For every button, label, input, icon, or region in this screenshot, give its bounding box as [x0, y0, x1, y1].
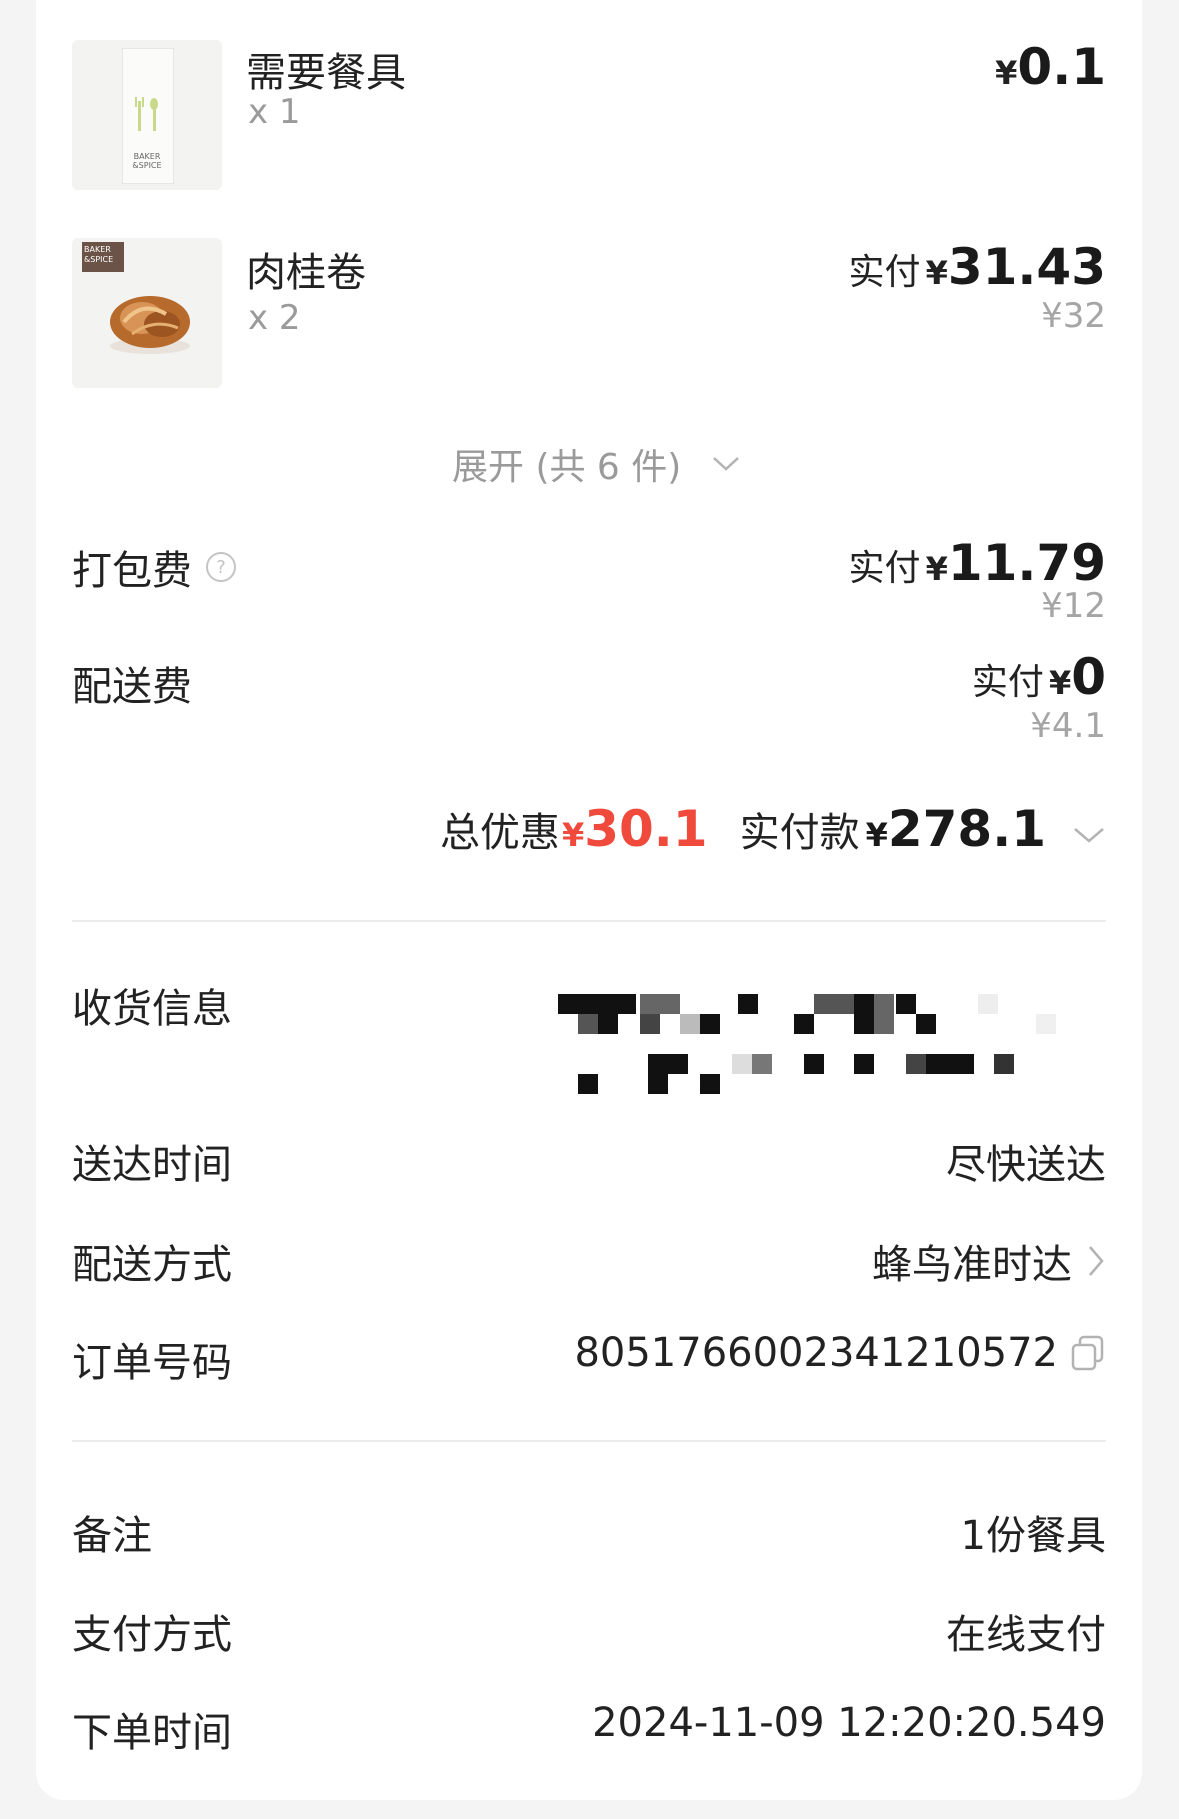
order-detail-card: BAKER &SPICE 需要餐具 x 1 ¥0.1 BAKER &SPICE 肉桂… [36, 0, 1142, 1800]
paid-label: 实付 [848, 252, 921, 293]
order-number-value: 8051766002341210572 [574, 1330, 1058, 1376]
price-value: 11.79 [947, 534, 1106, 592]
order-number-row: 8051766002341210572 [574, 1330, 1106, 1376]
delivery-method-value: 蜂鸟准时达 [872, 1242, 1072, 1288]
discount-value: 30.1 [584, 800, 708, 858]
payment-method-value: 在线支付 [946, 1612, 1106, 1658]
item-price: ¥0.1 [995, 38, 1106, 96]
item-name: 需要餐具 [246, 50, 406, 96]
packing-fee-price: 实付 ¥11.79 [848, 534, 1106, 592]
total-paid-label: 实付款 [739, 810, 860, 856]
item-quantity: x 2 [248, 298, 301, 338]
chevron-down-icon [1074, 828, 1104, 843]
payment-method-label: 支付方式 [72, 1612, 232, 1658]
section-divider [72, 1440, 1106, 1442]
item-price: 实付 ¥31.43 [848, 238, 1106, 296]
price-value: 0 [1071, 648, 1106, 706]
original-price: ¥12 [1041, 586, 1106, 626]
price-value: 31.43 [947, 238, 1106, 296]
chevron-right-icon [1089, 1246, 1104, 1276]
yen-symbol: ¥ [995, 54, 1018, 92]
delivery-time-label: 送达时间 [72, 1142, 232, 1188]
original-price: ¥32 [1041, 296, 1106, 336]
remark-value: 1份餐具 [960, 1513, 1106, 1559]
yen-symbol: ¥ [1048, 664, 1072, 702]
delivery-method-link[interactable]: 蜂鸟准时达 [872, 1232, 1106, 1290]
remark-label: 备注 [72, 1513, 152, 1559]
delivery-method-label: 配送方式 [72, 1242, 232, 1288]
fee-label-text: 打包费 [72, 548, 192, 594]
paid-label: 实付 [971, 662, 1044, 703]
total-paid-symbol: ¥ [865, 816, 888, 854]
delivery-time-value: 尽快送达 [946, 1142, 1106, 1188]
help-icon[interactable]: ? [204, 550, 238, 584]
item-quantity: x 1 [248, 92, 301, 132]
section-divider [72, 920, 1106, 922]
address-label: 收货信息 [72, 986, 232, 1032]
order-time-value: 2024-11-09 12:20:20.549 [592, 1700, 1106, 1746]
brand-mark: BAKER &SPICE [132, 152, 162, 170]
chevron-down-icon [713, 457, 740, 471]
discount-symbol: ¥ [561, 816, 585, 854]
original-price: ¥4.1 [1030, 706, 1106, 746]
expand-items-button[interactable]: 展开 (共 6 件) [452, 440, 741, 488]
paid-label: 实付 [848, 548, 921, 589]
redacted-address [558, 994, 1158, 1094]
yen-symbol: ¥ [925, 550, 948, 588]
packing-fee-label: 打包费 ? [72, 538, 238, 596]
cinnamon-roll-thumbnail: BAKER &SPICE [72, 238, 222, 388]
discount-label: 总优惠 [439, 810, 560, 856]
fork-spoon-icon [135, 97, 158, 131]
order-number-label: 订单号码 [72, 1340, 232, 1386]
delivery-fee-label: 配送费 [72, 664, 192, 710]
pastry-image [110, 296, 190, 354]
brand-logo: BAKER &SPICE [82, 242, 124, 272]
yen-symbol: ¥ [925, 254, 948, 292]
expand-label: 展开 (共 6 件) [452, 447, 682, 488]
utensils-thumbnail: BAKER &SPICE [72, 40, 222, 190]
delivery-fee-price: 实付 ¥0 [972, 648, 1106, 706]
item-name: 肉桂卷 [246, 250, 366, 296]
total-paid-value: 278.1 [887, 800, 1046, 858]
order-time-label: 下单时间 [72, 1710, 232, 1756]
svg-text:?: ? [216, 557, 226, 578]
price-value: 0.1 [1017, 38, 1106, 96]
order-summary[interactable]: 总优惠 ¥ 30.1 实付款 ¥ 278.1 [440, 800, 1106, 858]
copy-icon[interactable] [1070, 1334, 1106, 1372]
